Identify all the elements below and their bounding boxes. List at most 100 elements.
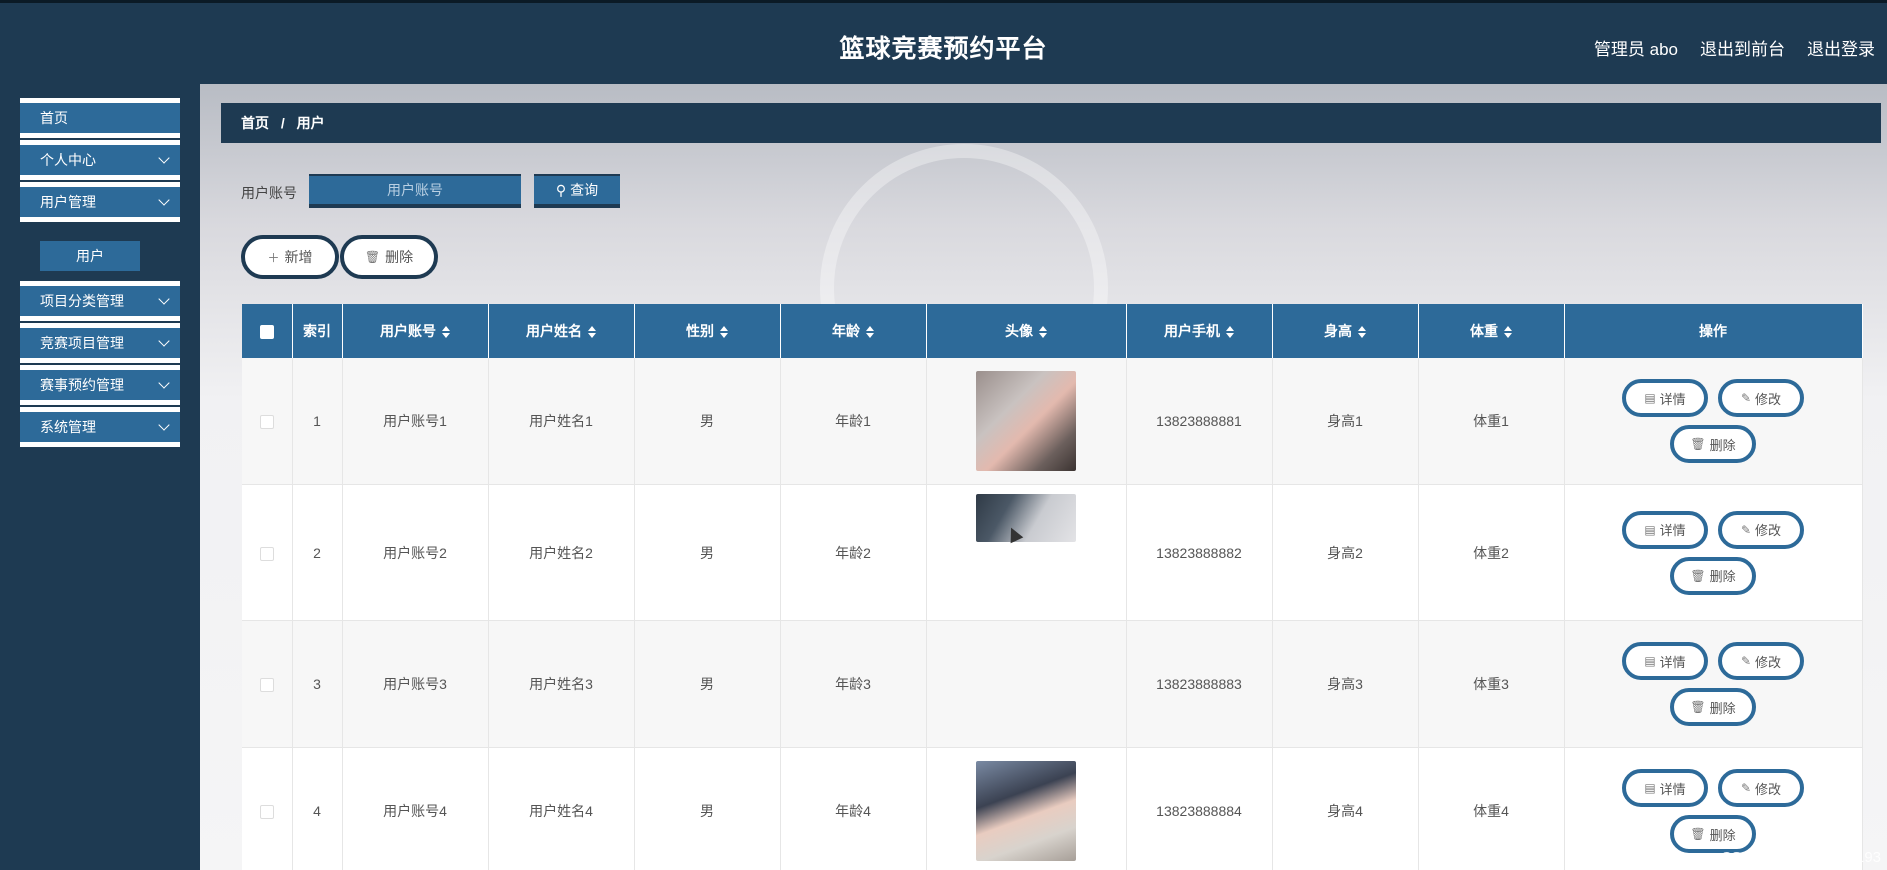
sort-icon[interactable] bbox=[720, 326, 728, 339]
breadcrumb-current: 用户 bbox=[296, 115, 325, 131]
logout-link[interactable]: 退出登录 bbox=[1807, 35, 1875, 60]
cell-avatar bbox=[926, 620, 1127, 748]
delete-button[interactable]: 🗑 删除 bbox=[1670, 688, 1756, 726]
column-header-name[interactable]: 用户姓名 bbox=[488, 304, 635, 358]
breadcrumb-home[interactable]: 首页 bbox=[241, 115, 269, 131]
column-header-actions: 操作 bbox=[1564, 304, 1863, 358]
chevron-down-icon bbox=[158, 194, 170, 206]
sort-icon[interactable] bbox=[588, 326, 596, 339]
delete-button[interactable]: 🗑 删除 bbox=[1670, 425, 1756, 463]
row-checkbox[interactable] bbox=[259, 805, 274, 820]
cell-weight: 体重1 bbox=[1418, 358, 1565, 485]
edit-button[interactable]: ✎ 修改 bbox=[1718, 642, 1804, 680]
cell-name: 用户姓名4 bbox=[488, 747, 635, 870]
document-icon: ▤ bbox=[1644, 781, 1656, 795]
breadcrumb: 首页 / 用户 bbox=[221, 103, 1881, 143]
detail-button[interactable]: ▤ 详情 bbox=[1622, 510, 1708, 549]
column-header-gender[interactable]: 性别 bbox=[634, 304, 781, 358]
delete-button[interactable]: 🗑 删除 bbox=[1670, 556, 1756, 595]
user-avatar-image bbox=[976, 371, 1076, 471]
column-header-phone[interactable]: 用户手机 bbox=[1126, 304, 1273, 358]
column-header-avatar[interactable]: 头像 bbox=[926, 304, 1127, 358]
sidebar-item-system-management[interactable]: 系统管理 bbox=[20, 407, 180, 447]
cell-account: 用户账号1 bbox=[342, 358, 489, 485]
add-button[interactable]: ＋ 新增 bbox=[241, 235, 339, 279]
detail-button[interactable]: ▤ 详情 bbox=[1622, 379, 1708, 417]
cell-weight: 体重4 bbox=[1418, 747, 1565, 870]
pencil-icon: ✎ bbox=[1740, 522, 1752, 537]
cell-age: 年龄4 bbox=[780, 747, 927, 870]
cell-account: 用户账号4 bbox=[342, 747, 489, 870]
search-input[interactable] bbox=[309, 174, 521, 208]
table-row: 1 用户账号1 用户姓名1 男 年龄1 13823888881 身高1 体重1 … bbox=[242, 358, 1863, 485]
pencil-icon: ✎ bbox=[1740, 391, 1752, 405]
delete-button[interactable]: 🗑 删除 bbox=[1670, 815, 1756, 853]
trash-icon: 🗑 bbox=[1690, 437, 1706, 451]
column-header-age[interactable]: 年龄 bbox=[780, 304, 927, 358]
sort-icon[interactable] bbox=[1504, 326, 1512, 339]
sort-icon[interactable] bbox=[442, 326, 450, 339]
batch-delete-button-label: 删除 bbox=[385, 249, 414, 265]
sort-icon[interactable] bbox=[1039, 326, 1047, 339]
detail-button[interactable]: ▤ 详情 bbox=[1622, 642, 1708, 680]
sort-icon[interactable] bbox=[866, 326, 874, 339]
cell-gender: 男 bbox=[634, 620, 781, 748]
sidebar-item-competition-management[interactable]: 竞赛项目管理 bbox=[20, 323, 180, 363]
cell-weight: 体重2 bbox=[1418, 484, 1565, 621]
cell-phone: 13823888881 bbox=[1126, 358, 1273, 485]
table-row: 2 用户账号2 用户姓名2 男 年龄2 13823888882 身高2 体重2 … bbox=[242, 484, 1863, 621]
row-select-cell[interactable] bbox=[242, 747, 293, 870]
cell-height: 身高4 bbox=[1272, 747, 1419, 870]
trash-icon: 🗑 bbox=[1690, 827, 1706, 841]
edit-button[interactable]: ✎ 修改 bbox=[1718, 769, 1804, 807]
sidebar-item-category-management[interactable]: 项目分类管理 bbox=[20, 281, 180, 321]
sidebar: 首页 个人中心 用户管理 用户 项目分类管理 竞赛项目管理 赛事预约管理 系统管… bbox=[0, 84, 200, 870]
search-button[interactable]: ⚲ 查询 bbox=[534, 174, 620, 208]
select-all-checkbox[interactable] bbox=[259, 325, 274, 340]
cell-weight: 体重3 bbox=[1418, 620, 1565, 748]
document-icon: ▤ bbox=[1644, 391, 1656, 405]
sort-icon[interactable] bbox=[1226, 326, 1234, 339]
batch-delete-button[interactable]: 🗑 删除 bbox=[340, 235, 438, 279]
sidebar-item-label: 用户管理 bbox=[40, 194, 96, 210]
admin-user-label: 管理员 abo bbox=[1593, 40, 1678, 59]
row-actions: ▤ 详情 ✎ 修改 🗑 删除 bbox=[1565, 769, 1862, 853]
chevron-down-icon bbox=[158, 419, 170, 431]
row-checkbox[interactable] bbox=[259, 678, 274, 693]
row-checkbox[interactable] bbox=[259, 546, 274, 561]
edit-button[interactable]: ✎ 修改 bbox=[1718, 510, 1804, 549]
user-avatar-image bbox=[976, 761, 1076, 861]
sidebar-item-personal-center[interactable]: 个人中心 bbox=[20, 140, 180, 180]
column-header-height[interactable]: 身高 bbox=[1272, 304, 1419, 358]
cell-gender: 男 bbox=[634, 747, 781, 870]
sidebar-item-label: 赛事预约管理 bbox=[40, 377, 124, 393]
sidebar-item-home[interactable]: 首页 bbox=[20, 98, 180, 138]
cell-age: 年龄2 bbox=[780, 484, 927, 621]
table-header-row: 索引 用户账号 用户姓名 性别 年龄 头像 用户手机 身高 体重 操作 bbox=[242, 304, 1863, 358]
detail-button[interactable]: ▤ 详情 bbox=[1622, 769, 1708, 807]
pencil-icon: ✎ bbox=[1740, 654, 1752, 668]
cell-account: 用户账号3 bbox=[342, 620, 489, 748]
column-header-account[interactable]: 用户账号 bbox=[342, 304, 489, 358]
edit-button[interactable]: ✎ 修改 bbox=[1718, 379, 1804, 417]
top-header: 篮球竞赛预约平台 管理员 abo 退出到前台 退出登录 bbox=[0, 0, 1887, 84]
column-header-index: 索引 bbox=[292, 304, 343, 358]
sidebar-item-booking-management[interactable]: 赛事预约管理 bbox=[20, 365, 180, 405]
cell-actions: ▤ 详情 ✎ 修改 🗑 删除 bbox=[1564, 620, 1863, 748]
row-select-cell[interactable] bbox=[242, 620, 293, 748]
sidebar-item-user-management[interactable]: 用户管理 bbox=[20, 182, 180, 222]
select-all-cell[interactable] bbox=[242, 304, 293, 358]
trash-icon: 🗑 bbox=[364, 250, 381, 264]
cell-account: 用户账号2 bbox=[342, 484, 489, 621]
row-select-cell[interactable] bbox=[242, 484, 293, 621]
document-icon: ▤ bbox=[1644, 522, 1656, 537]
row-checkbox[interactable] bbox=[259, 415, 274, 430]
row-select-cell[interactable] bbox=[242, 358, 293, 485]
add-button-label: 新增 bbox=[284, 249, 313, 265]
cell-gender: 男 bbox=[634, 358, 781, 485]
sidebar-subitem-user[interactable]: 用户 bbox=[40, 241, 140, 271]
back-to-front-link[interactable]: 退出到前台 bbox=[1700, 35, 1785, 60]
sort-icon[interactable] bbox=[1358, 326, 1366, 339]
pencil-icon: ✎ bbox=[1740, 781, 1752, 795]
column-header-weight[interactable]: 体重 bbox=[1418, 304, 1565, 358]
